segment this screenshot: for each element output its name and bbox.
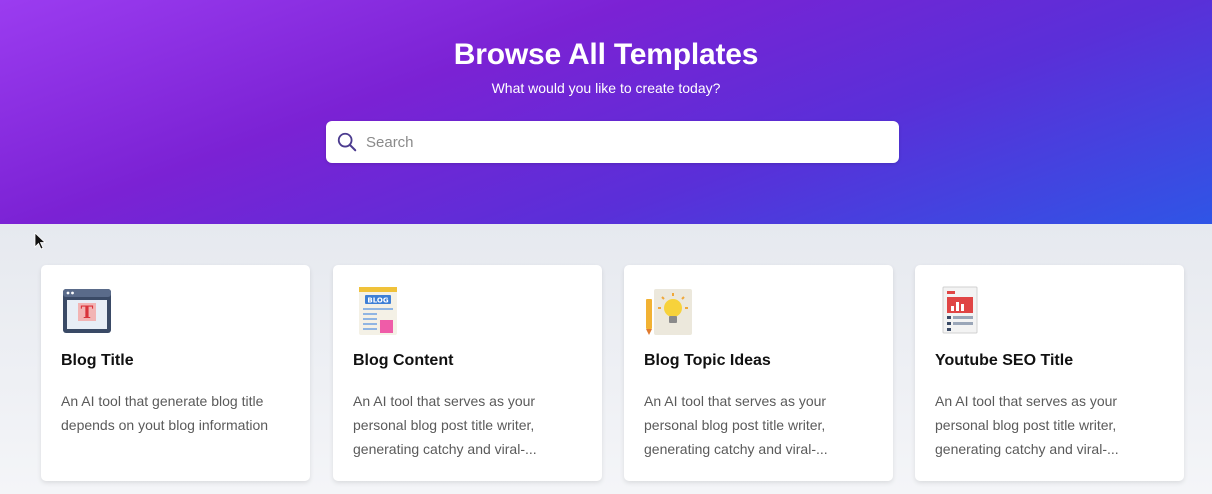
- blog-title-window-icon: T: [63, 289, 111, 333]
- svg-text:BLOG: BLOG: [367, 297, 388, 305]
- search-icon: [337, 132, 357, 152]
- card-description: An AI tool that serves as your personal …: [935, 393, 1119, 457]
- search-input[interactable]: [366, 121, 886, 163]
- search-bar[interactable]: [326, 121, 899, 163]
- card-description: An AI tool that serves as your personal …: [353, 393, 537, 457]
- mouse-cursor-icon: [34, 232, 46, 250]
- card-title: Blog Title: [61, 352, 134, 369]
- card-title: Blog Content: [353, 352, 454, 369]
- blog-newspaper-icon: BLOG: [359, 287, 397, 335]
- template-card-youtube-seo-title[interactable]: Youtube SEO Title An AI tool that serves…: [915, 265, 1184, 481]
- page-subtitle: What would you like to create today?: [491, 80, 721, 96]
- template-card-blog-content[interactable]: BLOG Blog Content An AI tool that serves…: [333, 265, 602, 481]
- card-description: An AI tool that generate blog title depe…: [61, 393, 269, 433]
- template-card-blog-topic-ideas[interactable]: Blog Topic Ideas An AI tool that serves …: [624, 265, 893, 481]
- lightbulb-idea-icon: [646, 289, 692, 335]
- hero-banner: Browse All Templates What would you like…: [0, 0, 1212, 224]
- page-title: Browse All Templates: [453, 38, 759, 71]
- card-title: Blog Topic Ideas: [644, 352, 771, 369]
- card-title: Youtube SEO Title: [935, 352, 1074, 369]
- svg-text:T: T: [81, 303, 94, 323]
- card-description: An AI tool that serves as your personal …: [644, 393, 828, 457]
- seo-report-icon: [942, 286, 978, 334]
- template-card-blog-title[interactable]: T Blog Title An AI tool that generate bl…: [41, 265, 310, 481]
